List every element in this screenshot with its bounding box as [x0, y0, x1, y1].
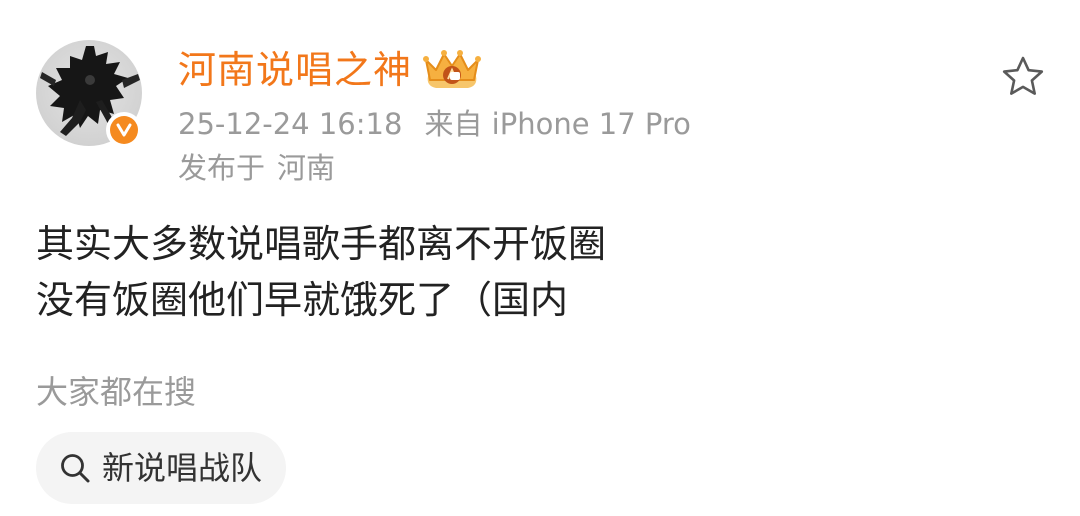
hot-search-label: 大家都在搜	[36, 373, 197, 411]
hot-search-chip[interactable]: 新说唱战队	[36, 432, 287, 504]
post-location: 发布于 河南	[178, 148, 335, 188]
author-name-row[interactable]: 河南说唱之神	[178, 44, 482, 96]
star-icon[interactable]	[1000, 54, 1046, 100]
search-icon	[61, 454, 90, 483]
post-source: 来自 iPhone 17 Pro	[424, 107, 691, 141]
post-content-line: 没有饭圈他们早就饿死了（国内	[36, 278, 569, 322]
hot-search-chip-text: 新说唱战队	[102, 449, 263, 487]
location-name: 河南	[277, 151, 336, 185]
post-content-line: 其实大多数说唱歌手都离不开饭圈	[36, 222, 607, 266]
crown-badge-icon[interactable]	[422, 46, 482, 94]
verified-v-badge-icon	[110, 116, 138, 144]
post-content: 其实大多数说唱歌手都离不开饭圈 没有饭圈他们早就饿死了（国内	[36, 216, 606, 328]
weibo-post-card: 河南说唱之神 25-12-24 16:18 来自 iPhone 17 Pro 发布…	[0, 0, 1080, 516]
location-prefix: 发布于	[178, 151, 266, 185]
post-meta: 25-12-24 16:18 来自 iPhone 17 Pro	[178, 104, 691, 144]
verified-badge	[106, 112, 142, 148]
author-name[interactable]: 河南说唱之神	[178, 44, 412, 96]
post-datetime: 25-12-24 16:18	[178, 107, 403, 141]
